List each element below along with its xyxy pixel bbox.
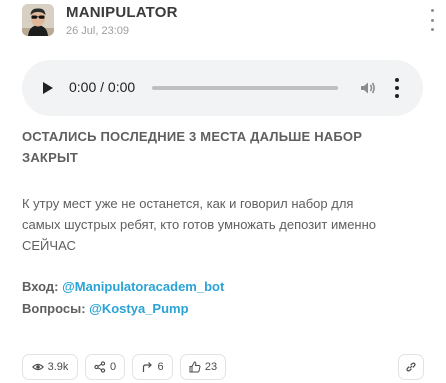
questions-label: Вопросы: <box>22 301 90 316</box>
questions-user-link[interactable]: @Kostya_Pump <box>89 301 188 316</box>
entry-line: Вход: @Manipulatoracadem_bot <box>22 279 224 294</box>
shares-count: 0 <box>109 361 117 373</box>
post-menu-icon[interactable] <box>426 9 438 31</box>
forward-arrow-icon <box>143 362 153 372</box>
entry-label: Вход: <box>22 279 63 294</box>
play-icon[interactable] <box>36 77 58 99</box>
post-body: К утру мест уже не останется, как и гово… <box>22 193 422 256</box>
audio-progress-bar[interactable] <box>152 86 338 90</box>
body-line: самых шустрых ребят, кто готов умножать … <box>22 217 377 232</box>
thumbs-up-icon <box>189 361 201 373</box>
views-counter: 3.9k <box>22 354 78 380</box>
shares-counter[interactable]: 0 <box>85 354 125 380</box>
forwards-count: 6 <box>157 361 164 373</box>
audio-time: 0:00 / 0:00 <box>69 79 136 95</box>
views-count: 3.9k <box>47 361 69 373</box>
body-line: СЕЙЧАС <box>22 238 76 253</box>
share-icon <box>94 361 106 373</box>
questions-line: Вопросы: @Kostya_Pump <box>22 301 189 316</box>
channel-name[interactable]: MANIPULATOR <box>66 4 178 21</box>
post-date: 26 Jul, 23:09 <box>66 25 129 37</box>
channel-avatar[interactable] <box>22 4 54 36</box>
post-headline: ОСТАЛИСЬ ПОСЛЕДНИЕ 3 МЕСТА ДАЛЬШЕ НАБОР … <box>22 126 422 168</box>
body-line: К утру мест уже не останется, как и гово… <box>22 196 354 211</box>
link-icon <box>406 362 416 372</box>
volume-icon[interactable] <box>358 78 378 98</box>
telegram-post: MANIPULATOR 26 Jul, 23:09 0:00 / 0:00 ОС… <box>0 0 446 383</box>
entry-bot-link[interactable]: @Manipulatoracadem_bot <box>62 279 224 294</box>
headline-line: ОСТАЛИСЬ ПОСЛЕДНИЕ 3 МЕСТА ДАЛЬШЕ НАБОР <box>22 129 363 144</box>
likes-counter[interactable]: 23 <box>180 354 226 380</box>
eye-icon <box>31 363 44 371</box>
copy-link-button[interactable] <box>398 354 424 380</box>
forwards-counter[interactable]: 6 <box>132 354 173 380</box>
audio-player: 0:00 / 0:00 <box>22 60 423 116</box>
likes-count: 23 <box>204 361 218 373</box>
audio-options-icon[interactable] <box>391 78 403 98</box>
headline-line: ЗАКРЫТ <box>22 150 79 165</box>
